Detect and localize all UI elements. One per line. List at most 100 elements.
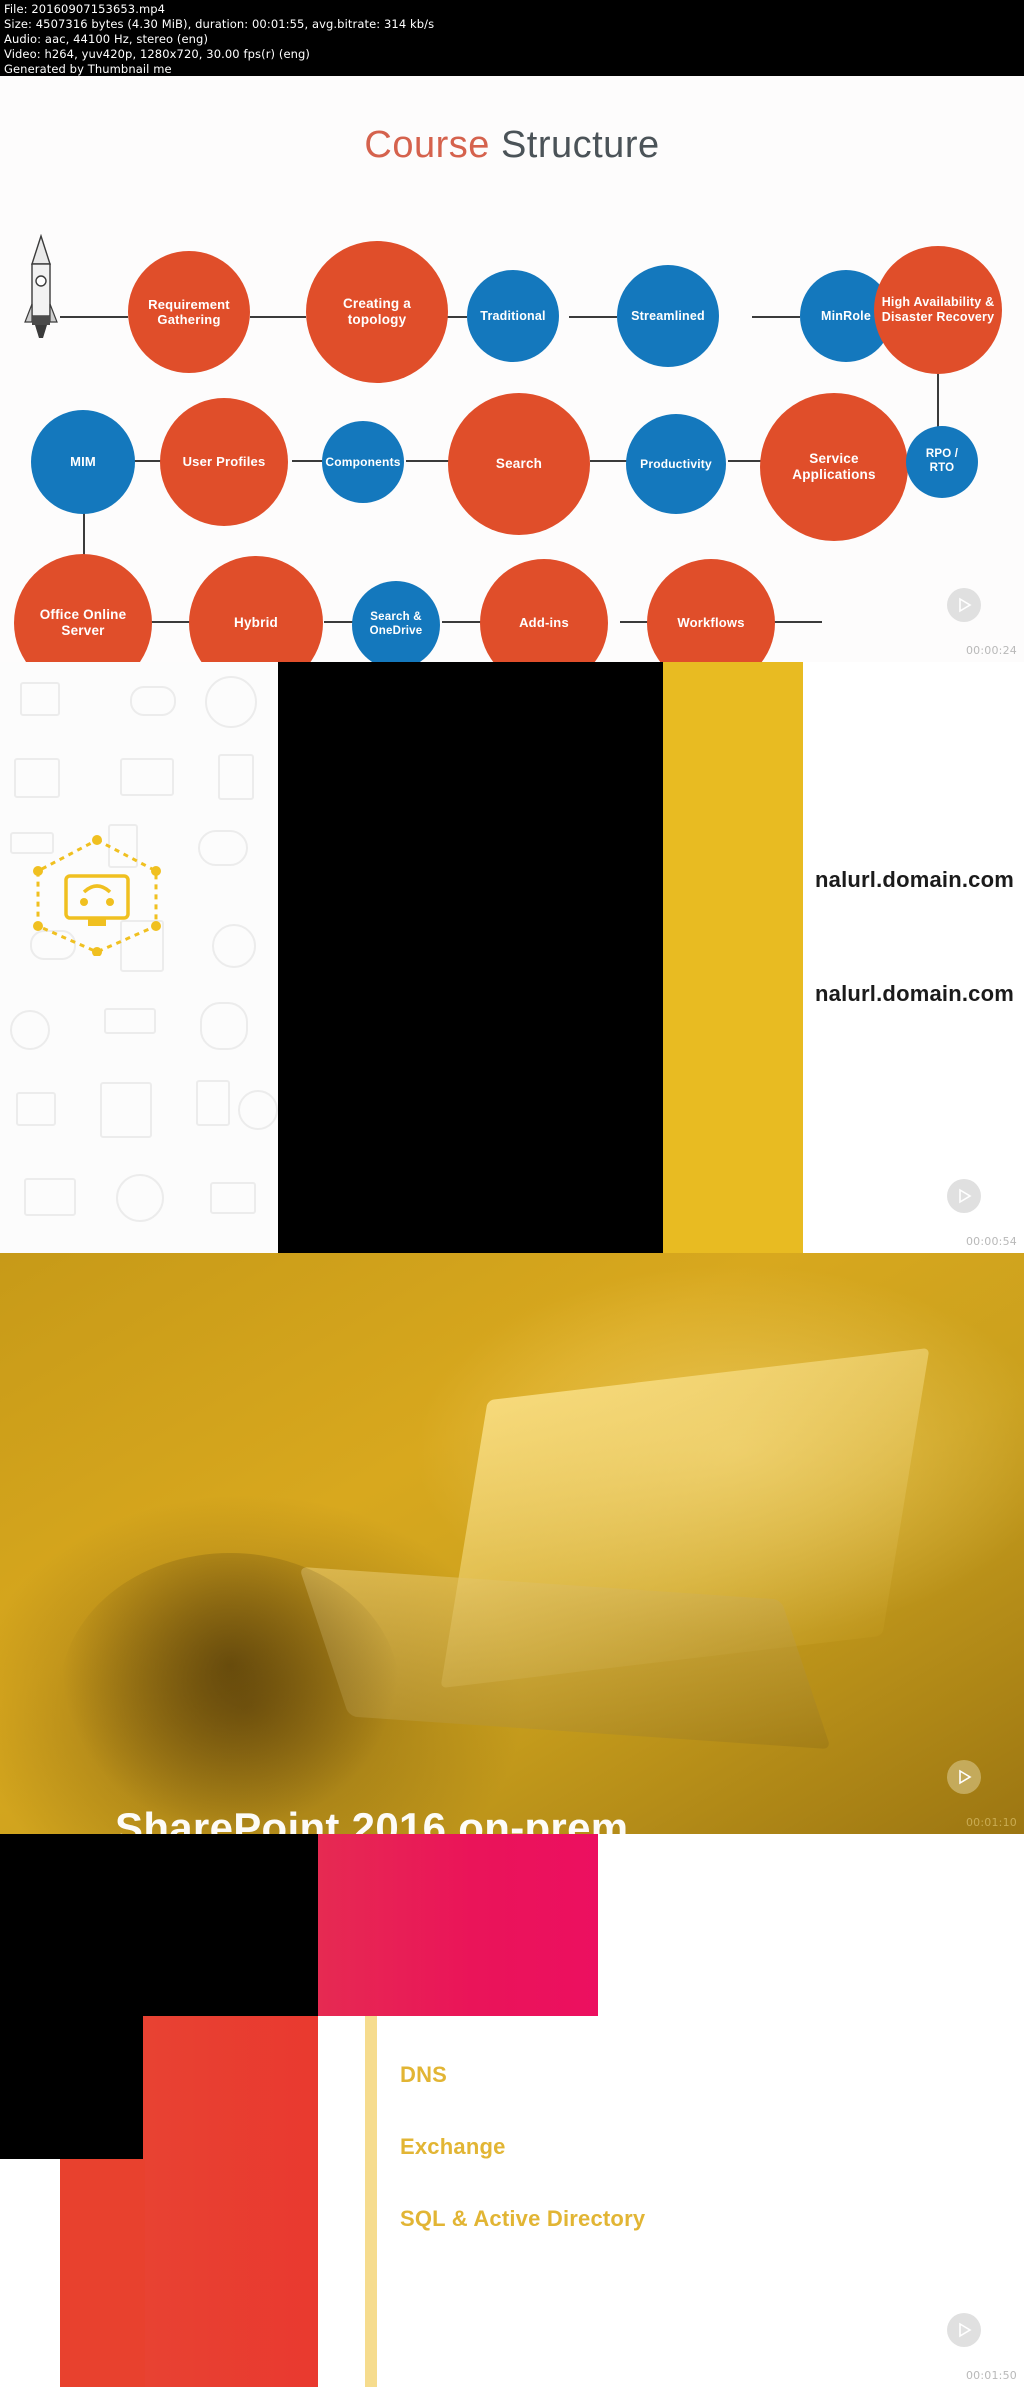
frame-timestamp: 00:01:10 (965, 1816, 1017, 1829)
diagram-node[interactable]: Service Applications (760, 393, 908, 541)
list-icon (218, 754, 254, 800)
chart-icon (14, 758, 60, 798)
metadata-size-line: Size: 4507316 bytes (4.30 MiB), duration… (4, 17, 435, 31)
gear-icon (238, 1090, 278, 1130)
metadata-file-line: File: 20160907153653.mp4 (4, 2, 166, 16)
usb-icon (196, 1080, 230, 1126)
diagram-connector (60, 316, 128, 318)
diagram-node-label: User Profiles (182, 454, 266, 470)
diagram-node[interactable]: High Availability & Disaster Recovery (874, 246, 1002, 374)
diagram-node-label: Hybrid (234, 615, 278, 631)
laptop-photo-background (0, 1253, 1024, 1834)
video-frame-3[interactable]: You will be able to plan for SharePoint … (0, 1253, 1024, 1834)
topic-list-item: Exchange (400, 2134, 506, 2159)
diagram-connector (620, 621, 648, 623)
diagram-node[interactable]: Hybrid (189, 556, 323, 662)
database-icon (200, 1002, 248, 1050)
red-block-lower (60, 2159, 145, 2387)
play-icon[interactable] (947, 588, 981, 622)
diagram-node-label: Workflows (677, 615, 745, 631)
diagram-node[interactable]: MIM (31, 410, 135, 514)
slide-title: Course Structure (0, 124, 1024, 167)
document-icon (100, 1082, 152, 1138)
diagram-connector (406, 460, 452, 462)
diagram-node-label: Add-ins (519, 615, 569, 631)
url-text-1: nalurl.domain.com (815, 867, 1014, 892)
diagram-node-label: Search & OneDrive (369, 611, 423, 637)
video-frame-2[interactable]: nalurl.domain.com nalurl.domain.com 00:0… (0, 662, 1024, 1253)
red-block-middle (143, 2016, 318, 2387)
diagram-connector (569, 316, 617, 318)
frame-timestamp: 00:00:24 (965, 644, 1017, 657)
cloud-icon (198, 830, 248, 866)
diagram-node[interactable]: Streamlined (617, 265, 719, 367)
black-panel (278, 662, 663, 1253)
diagram-node-label: High Availability & Disaster Recovery (881, 295, 995, 324)
gear-icon (10, 1010, 50, 1050)
url-text-2: nalurl.domain.com (815, 981, 1014, 1006)
diagram-connector (728, 460, 764, 462)
link-icon (130, 686, 176, 716)
diagram-connector (250, 316, 306, 318)
video-frame-4[interactable]: DNS Exchange SQL & Active Directory 00:0… (0, 1834, 1024, 2387)
diagram-node[interactable]: Office Online Server (14, 554, 152, 662)
topic-list: DNS Exchange SQL & Active Directory (400, 2062, 960, 2278)
play-icon[interactable] (947, 1760, 981, 1794)
metadata-generator-line: Generated by Thumbnail me (4, 62, 172, 76)
decorative-icon-pattern (0, 662, 280, 1253)
play-icon[interactable] (947, 1179, 981, 1213)
diagram-node-label: Office Online Server (39, 607, 127, 638)
video-metadata-header: File: 20160907153653.mp4 Size: 4507316 b… (0, 0, 1024, 76)
diagram-connector (324, 621, 354, 623)
diagram-node[interactable]: Workflows (647, 559, 775, 662)
yellow-panel (663, 662, 803, 1253)
diagram-connector (442, 621, 482, 623)
diagram-node-label: Search (495, 456, 543, 472)
diagram-node[interactable]: Search (448, 393, 590, 535)
diagram-node-label: Traditional (480, 308, 546, 323)
frame-timestamp: 00:01:50 (965, 2369, 1017, 2382)
frame-timestamp: 00:00:54 (965, 1235, 1017, 1248)
diagram-node-label: Creating a topology (342, 296, 412, 327)
globe-icon (116, 1174, 164, 1222)
rocket-icon (24, 234, 58, 338)
window-icon (120, 758, 174, 796)
diagram-node-label: Service Applications (792, 451, 876, 482)
slide-title-plain-word: Structure (500, 124, 660, 166)
metadata-audio-line: Audio: aac, 44100 Hz, stereo (eng) (4, 32, 209, 46)
hands-shape (60, 1553, 400, 1833)
diagram-node[interactable]: Traditional (467, 270, 559, 362)
gear-icon (212, 924, 256, 968)
diagram-connector (590, 460, 630, 462)
diagram-node[interactable]: Search & OneDrive (352, 581, 440, 662)
diagram-node-label: MIM (70, 454, 96, 470)
topic-list-item: DNS (400, 2062, 448, 2087)
diagram-node[interactable]: Productivity (626, 414, 726, 514)
slide-title-accent-word: Course (364, 124, 490, 166)
topic-list-item: SQL & Active Directory (400, 2206, 646, 2231)
diagram-node-label: Components (325, 454, 401, 469)
diagram-node[interactable]: Requirement Gathering (128, 251, 250, 373)
play-icon[interactable] (947, 2313, 981, 2347)
window-icon (24, 1178, 76, 1216)
diagram-node-label: MinRole (820, 308, 871, 323)
diagram-node[interactable]: User Profiles (160, 398, 288, 526)
diagram-node-label: Productivity (640, 456, 712, 471)
gold-accent-stripe (365, 2016, 377, 2387)
diagram-node[interactable]: Components (322, 421, 404, 503)
globe-icon (205, 676, 257, 728)
monitor-hexagon-badge-icon (33, 835, 161, 956)
diagram-node[interactable]: RPO / RTO (906, 426, 978, 498)
diagram-node-label: Requirement Gathering (148, 296, 230, 327)
chart-icon (210, 1182, 256, 1214)
diagram-connector (752, 316, 800, 318)
pink-block (318, 1834, 598, 2016)
diagram-node-label: RPO / RTO (925, 448, 959, 474)
diagram-node[interactable]: Add-ins (480, 559, 608, 662)
server-icon (104, 1008, 156, 1034)
diagram-node-label: Streamlined (631, 308, 705, 323)
diagram-node[interactable]: Creating a topology (306, 241, 448, 383)
lock-icon (16, 1092, 56, 1126)
video-frame-1[interactable]: Course Structure Requirement Gathering C… (0, 76, 1024, 662)
metadata-video-line: Video: h264, yuv420p, 1280x720, 30.00 fp… (4, 47, 311, 61)
